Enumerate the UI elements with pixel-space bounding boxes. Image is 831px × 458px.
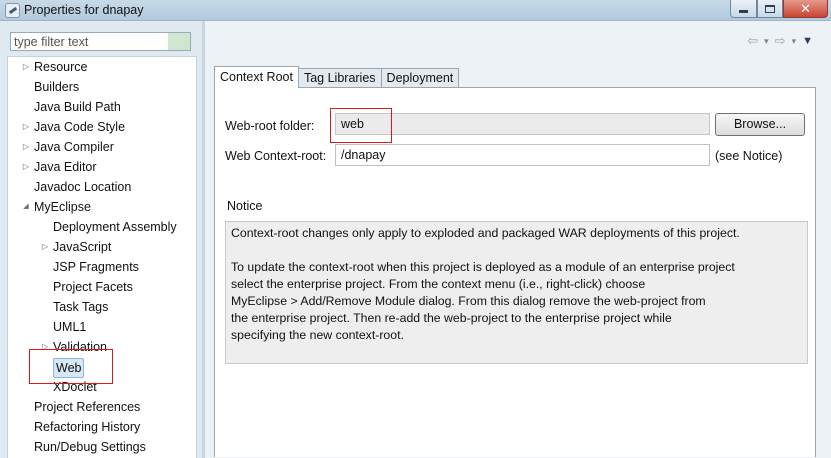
- tree-item-label: Task Tags: [53, 300, 109, 314]
- annotation-box-web-root: [330, 108, 392, 143]
- tree-item-label: Javadoc Location: [34, 180, 132, 194]
- tree-item-run-debug-settings[interactable]: Run/Debug Settings: [22, 438, 146, 456]
- tree-item-java-code-style[interactable]: ▷ Java Code Style: [22, 118, 125, 136]
- expand-arrow-icon[interactable]: ▷: [22, 58, 30, 76]
- notice-heading: Notice: [227, 199, 263, 213]
- back-dropdown-icon[interactable]: ▾: [764, 36, 769, 47]
- tree-item-label: JSP Fragments: [53, 260, 139, 274]
- tree-item-label: Builders: [34, 80, 80, 94]
- tree-item-project-facets[interactable]: Project Facets: [41, 278, 133, 296]
- browse-button[interactable]: Browse...: [715, 113, 805, 136]
- tree-item-refactoring-history[interactable]: Refactoring History: [22, 418, 140, 436]
- context-root-tab-body: Web-root folder: web Browse... Web Conte…: [214, 87, 816, 457]
- maximize-icon: [765, 4, 775, 13]
- close-button[interactable]: ✕: [783, 0, 828, 18]
- notice-line: To update the context-root when this pro…: [231, 260, 735, 274]
- notice-paragraph-1: Context-root changes only apply to explo…: [231, 226, 740, 240]
- tab-strip: Context Root Tag Libraries Deployment: [214, 66, 460, 88]
- navigation-toolbar: ⇦ ▾ ⇨ ▾ ▼: [747, 33, 813, 49]
- title-bar: Properties for dnapay ✕: [0, 0, 831, 21]
- tree-item-project-references[interactable]: Project References: [22, 398, 140, 416]
- maximize-button[interactable]: [757, 0, 783, 18]
- tree-item-java-compiler[interactable]: ▷ Java Compiler: [22, 138, 114, 156]
- tree-item-label: Project References: [34, 400, 141, 414]
- tree-item-label: MyEclipse: [34, 200, 91, 214]
- tree-item-java-editor[interactable]: ▷ Java Editor: [22, 158, 97, 176]
- tree-item-deployment-assembly[interactable]: Deployment Assembly: [41, 218, 177, 236]
- notice-line: select the enterprise project. From the …: [231, 277, 646, 291]
- window-controls: ✕: [730, 0, 828, 18]
- notice-line: the enterprise project. Then re-add the …: [231, 311, 672, 325]
- tree-item-label: Java Code Style: [34, 120, 126, 134]
- forward-dropdown-icon[interactable]: ▾: [792, 36, 797, 47]
- filter-input[interactable]: [10, 32, 191, 51]
- eclipse-app-icon: [5, 3, 20, 18]
- tree-item-label: Refactoring History: [34, 420, 141, 434]
- expand-arrow-icon[interactable]: ▷: [22, 158, 30, 176]
- tab-context-root[interactable]: Context Root: [214, 66, 299, 88]
- expand-arrow-icon[interactable]: ▷: [41, 238, 49, 256]
- notice-line: specifying the new context-root.: [231, 328, 404, 342]
- tree-item-label: Resource: [34, 60, 88, 74]
- tree-item-jsp-fragments[interactable]: JSP Fragments: [41, 258, 139, 276]
- left-panel: ▷ Resource Builders Java Build Path ▷ Java Co…: [0, 21, 202, 458]
- notice-text-area: Context-root changes only apply to explo…: [225, 221, 808, 364]
- tree-item-label: Java Compiler: [34, 140, 114, 154]
- tree-item-resource[interactable]: ▷ Resource: [22, 58, 88, 76]
- back-arrow-icon[interactable]: ⇦: [747, 33, 758, 49]
- tree-item-label: Java Build Path: [34, 100, 121, 114]
- web-root-folder-label: Web-root folder:: [225, 119, 315, 133]
- tree-item-java-build-path[interactable]: Java Build Path: [22, 98, 121, 116]
- tree-item-task-tags[interactable]: Task Tags: [41, 298, 108, 316]
- close-icon: ✕: [800, 1, 811, 16]
- tab-deployment[interactable]: Deployment: [380, 68, 460, 88]
- tree-item-label: JavaScript: [53, 240, 112, 254]
- web-context-root-field[interactable]: /dnapay: [335, 144, 710, 166]
- annotation-box-web: [29, 349, 113, 384]
- tree-item-javascript[interactable]: ▷ JavaScript: [41, 238, 111, 256]
- tree-item-label: Run/Debug Settings: [34, 440, 146, 454]
- window-title: Properties for dnapay: [24, 3, 144, 17]
- tree-item-label: Deployment Assembly: [53, 220, 177, 234]
- view-menu-icon[interactable]: ▼: [802, 35, 813, 47]
- tree-item-builders[interactable]: Builders: [22, 78, 79, 96]
- tree-item-uml1[interactable]: UML1: [41, 318, 86, 336]
- tree-item-label: Project Facets: [53, 280, 133, 294]
- tree-item-myeclipse[interactable]: ◢ MyEclipse: [22, 198, 91, 216]
- right-panel: ⇦ ▾ ⇨ ▾ ▼ Context Root Tag Libraries Dep…: [205, 21, 831, 458]
- notice-paragraph-2: To update the context-root when this pro…: [231, 259, 802, 344]
- property-pages-tree: ▷ Resource Builders Java Build Path ▷ Java Co…: [7, 56, 197, 458]
- expand-arrow-icon[interactable]: ▷: [22, 118, 30, 136]
- tab-tag-libraries[interactable]: Tag Libraries: [297, 68, 382, 88]
- tree-item-javadoc-location[interactable]: Javadoc Location: [22, 178, 131, 196]
- collapse-arrow-icon[interactable]: ◢: [22, 198, 30, 216]
- minimize-button[interactable]: [730, 0, 757, 18]
- tree-item-label: Java Editor: [34, 160, 97, 174]
- forward-arrow-icon[interactable]: ⇨: [775, 33, 786, 49]
- minimize-icon: [739, 10, 748, 13]
- tree-item-label: UML1: [53, 320, 87, 334]
- see-notice-label: (see Notice): [715, 149, 783, 163]
- notice-line: MyEclipse > Add/Remove Module dialog. Fr…: [231, 294, 706, 308]
- web-context-root-label: Web Context-root:: [225, 149, 327, 163]
- expand-arrow-icon[interactable]: ▷: [22, 138, 30, 156]
